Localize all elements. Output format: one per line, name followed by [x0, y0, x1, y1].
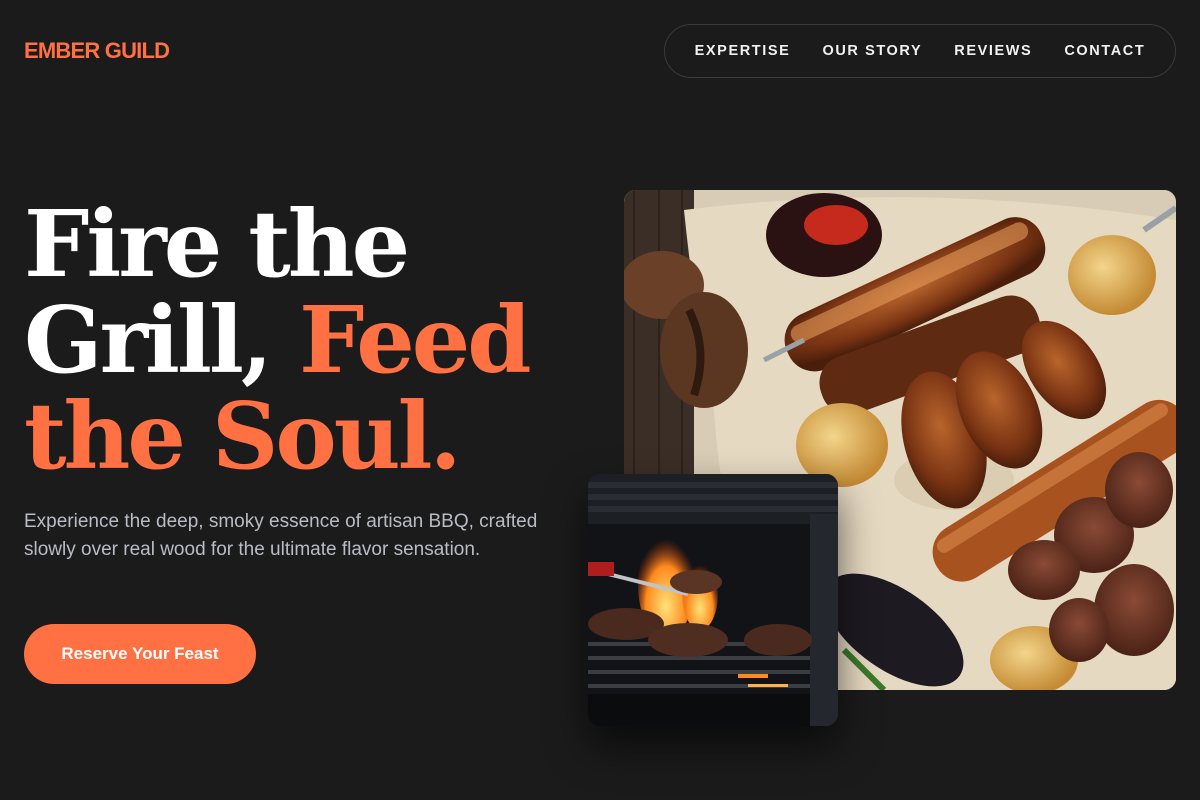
nav-link-our-story[interactable]: OUR STORY	[822, 43, 922, 59]
hero-title-accent-2: the Soul.	[24, 382, 462, 490]
nav-link-reviews[interactable]: REVIEWS	[954, 43, 1032, 59]
nav-link-expertise[interactable]: EXPERTISE	[695, 43, 791, 59]
main-nav: EXPERTISE OUR STORY REVIEWS CONTACT	[664, 24, 1176, 78]
nav-link-contact[interactable]: CONTACT	[1064, 43, 1145, 59]
hero-title: Fire the Grill, Feed the Soul.	[24, 196, 584, 484]
hero-title-accent-1: Feed	[298, 286, 532, 394]
hero-title-line2: Grill,	[24, 286, 299, 394]
grill-flames-image	[588, 474, 838, 726]
hero-title-line1: Fire the	[24, 190, 410, 298]
brand-logo[interactable]: EMBER GUILD	[24, 38, 170, 64]
reserve-button[interactable]: Reserve Your Feast	[24, 624, 256, 684]
hero-subtitle: Experience the deep, smoky essence of ar…	[24, 511, 538, 560]
